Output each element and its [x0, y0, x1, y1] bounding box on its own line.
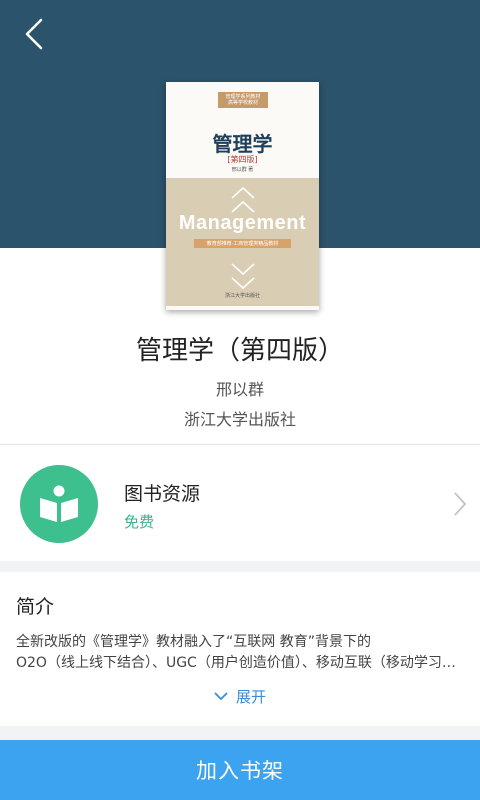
cover-english-title: Management	[178, 212, 307, 234]
intro-line-2: O2O（线上线下结合）、UGC（用户创造价值）、移动互联（移动学习）等理念	[16, 655, 466, 671]
cover-chevron-down-icon	[231, 263, 255, 290]
chevron-down-icon	[214, 692, 228, 701]
book-cover: 管理学系列教材 高等学校教材 管理学 [第四版] 邢以群 著 Managemen…	[166, 82, 319, 310]
back-chevron-icon	[25, 18, 43, 50]
book-resource-item[interactable]: 图书资源 免费	[0, 445, 480, 561]
chevron-right-icon	[454, 492, 467, 516]
add-to-shelf-label: 加入书架	[196, 759, 284, 783]
expand-label: 展开	[235, 688, 266, 706]
expand-button[interactable]: 展开	[0, 686, 480, 707]
intro-section: 简介 全新改版的《管理学》教材融入了“互联网 教育”背景下的 O2O（线上线下结…	[0, 572, 480, 726]
cover-edition: [第四版]	[227, 155, 258, 164]
resource-price-badge: 免费	[124, 513, 155, 531]
open-book-reader-icon	[40, 485, 78, 522]
resource-title: 图书资源	[124, 483, 201, 505]
book-title: 管理学（第四版）	[135, 336, 344, 366]
book-publisher: 浙江大学出版社	[183, 410, 296, 429]
intro-text: 全新改版的《管理学》教材融入了“互联网 教育”背景下的 O2O（线上线下结合）、…	[16, 632, 466, 674]
resource-icon-circle	[20, 465, 98, 543]
back-button[interactable]	[14, 14, 54, 54]
intro-line-1: 全新改版的《管理学》教材融入了“互联网 教育”背景下的	[16, 634, 371, 650]
book-author: 邢以群	[215, 380, 264, 399]
cover-series-line2: 高等学校教材	[227, 100, 258, 106]
intro-heading: 简介	[16, 596, 55, 618]
add-to-shelf-button[interactable]: 加入书架	[0, 740, 480, 800]
cover-title: 管理学	[212, 132, 273, 156]
cover-publisher: 浙江大学出版社	[224, 293, 260, 299]
cover-author: 邢以群 著	[231, 167, 254, 173]
cover-series-label: 管理学系列教材 高等学校教材	[218, 92, 268, 108]
cover-subtitle: 教育部推荐·工商管理类精品教材	[194, 239, 291, 248]
